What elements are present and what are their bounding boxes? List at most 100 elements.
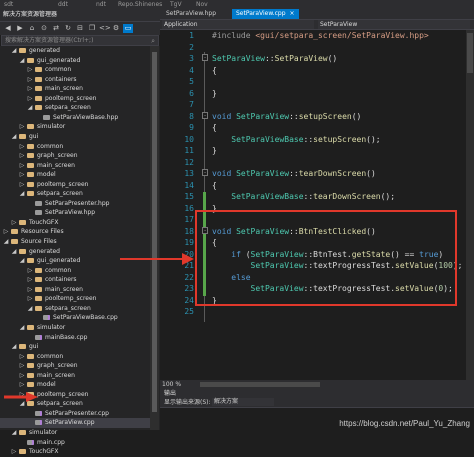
code-line[interactable]: 15 SetParaViewBase::tearDownScreen(); bbox=[160, 191, 460, 203]
tree-item[interactable]: ◢ generated bbox=[0, 46, 150, 56]
expand-arrow-icon[interactable]: ▷ bbox=[26, 75, 34, 85]
tree-item[interactable]: ◢ gui bbox=[0, 132, 150, 142]
home-icon[interactable]: ⌂ bbox=[27, 24, 37, 33]
collapse-icon[interactable]: ⊟ bbox=[75, 24, 85, 33]
expand-arrow-icon[interactable]: ▷ bbox=[18, 122, 26, 132]
tree-item[interactable]: SetParaPresenter.hpp bbox=[0, 199, 150, 209]
editor-vertical-scrollbar[interactable] bbox=[466, 30, 474, 380]
tree-item[interactable]: mainBase.cpp bbox=[0, 333, 150, 343]
scope-dropdown-left[interactable]: Application bbox=[162, 20, 314, 29]
expand-arrow-icon[interactable]: ▷ bbox=[18, 161, 26, 171]
collapse-arrow-icon[interactable]: ◢ bbox=[10, 46, 18, 56]
sync-icon[interactable]: ⇄ bbox=[51, 24, 61, 33]
collapse-arrow-icon[interactable]: ◢ bbox=[18, 323, 26, 333]
code-line[interactable]: 5 bbox=[160, 76, 460, 88]
expand-arrow-icon[interactable]: ▷ bbox=[18, 180, 26, 190]
solution-explorer-search[interactable]: 搜索解决方案资源管理器(Ctrl+;) ⌕ bbox=[1, 35, 159, 46]
tree-item[interactable]: ▷ common bbox=[0, 352, 150, 362]
expand-arrow-icon[interactable]: ▷ bbox=[10, 218, 18, 228]
code-line[interactable]: 9{ bbox=[160, 122, 460, 134]
code-editor[interactable]: 1 #include <gui/setpara_screen/SetParaVie… bbox=[160, 30, 474, 380]
tree-item[interactable]: ▷ main_screen bbox=[0, 371, 150, 381]
forward-icon[interactable]: ▶ bbox=[15, 24, 25, 33]
code-line[interactable]: 2 bbox=[160, 42, 460, 54]
fold-toggle-icon[interactable]: - bbox=[202, 169, 208, 176]
fold-toggle-icon[interactable]: - bbox=[202, 111, 208, 119]
tree-item[interactable]: ▷ pooltemp_screen bbox=[0, 180, 150, 190]
code-line[interactable]: 6} bbox=[160, 88, 460, 100]
tree-item[interactable]: SetParaPresenter.cpp bbox=[0, 409, 150, 419]
code-line[interactable]: 7 bbox=[160, 99, 460, 111]
expand-arrow-icon[interactable]: ▷ bbox=[18, 361, 26, 371]
code-line[interactable]: 12 bbox=[160, 157, 460, 169]
tree-item[interactable]: ◢ simulator bbox=[0, 428, 150, 438]
expand-arrow-icon[interactable]: ▷ bbox=[18, 170, 26, 180]
expand-arrow-icon[interactable]: ▷ bbox=[18, 142, 26, 152]
menu-strip-item[interactable]: Nov bbox=[196, 0, 208, 9]
tree-item[interactable]: ▷ common bbox=[0, 65, 150, 75]
collapse-arrow-icon[interactable]: ◢ bbox=[2, 237, 10, 247]
tree-item[interactable]: ◢ setpara_screen bbox=[0, 103, 150, 113]
expand-arrow-icon[interactable]: ▷ bbox=[26, 285, 34, 295]
tree-item[interactable]: ▷ simulator bbox=[0, 122, 150, 132]
expand-arrow-icon[interactable]: ▷ bbox=[26, 84, 34, 94]
tree-item[interactable]: ◢ gui bbox=[0, 342, 150, 352]
code-line[interactable]: 25 bbox=[160, 306, 460, 318]
tree-item[interactable]: SetParaViewBase.hpp bbox=[0, 113, 150, 123]
tree-item[interactable]: ▷ graph_screen bbox=[0, 151, 150, 161]
tree-item[interactable]: ▷ containers bbox=[0, 275, 150, 285]
tree-item[interactable]: ◢ Source Files bbox=[0, 237, 150, 247]
collapse-arrow-icon[interactable]: ◢ bbox=[10, 342, 18, 352]
preview-icon[interactable]: ▭ bbox=[123, 24, 133, 33]
close-icon[interactable]: × bbox=[290, 10, 295, 17]
collapse-arrow-icon[interactable]: ◢ bbox=[26, 304, 34, 314]
output-source-dropdown[interactable]: 解决方案 bbox=[212, 398, 274, 406]
menu-strip-item[interactable]: sdt bbox=[4, 0, 13, 9]
zoom-level[interactable]: 100 % bbox=[162, 380, 181, 389]
collapse-arrow-icon[interactable]: ◢ bbox=[10, 247, 18, 257]
code-line[interactable]: 4{ bbox=[160, 65, 460, 77]
collapse-arrow-icon[interactable]: ◢ bbox=[10, 428, 18, 438]
scrollbar-thumb[interactable] bbox=[200, 382, 320, 387]
expand-arrow-icon[interactable]: ▷ bbox=[26, 294, 34, 304]
expand-arrow-icon[interactable]: ▷ bbox=[26, 266, 34, 276]
code-line[interactable]: 11} bbox=[160, 145, 460, 157]
expand-arrow-icon[interactable]: ▷ bbox=[26, 94, 34, 104]
code-line[interactable]: 13 - void SetParaView::tearDownScreen() bbox=[160, 168, 460, 180]
code-icon[interactable]: <> bbox=[99, 24, 111, 33]
expand-arrow-icon[interactable]: ▷ bbox=[18, 352, 26, 362]
expand-arrow-icon[interactable]: ▷ bbox=[2, 227, 10, 237]
code-line[interactable]: 8- void SetParaView::setupScreen() bbox=[160, 111, 460, 123]
scrollbar-thumb[interactable] bbox=[152, 52, 157, 412]
collapse-arrow-icon[interactable]: ◢ bbox=[18, 256, 26, 266]
code-line[interactable]: 1 #include <gui/setpara_screen/SetParaVie… bbox=[160, 30, 460, 42]
tree-item[interactable]: ▷ model bbox=[0, 380, 150, 390]
collapse-arrow-icon[interactable]: ◢ bbox=[18, 56, 26, 66]
tree-item[interactable]: SetParaView.hpp bbox=[0, 208, 150, 218]
tree-item[interactable]: ◢ gui_generated bbox=[0, 56, 150, 66]
tree-item[interactable]: main.cpp bbox=[0, 438, 150, 448]
tree-item[interactable]: SetParaView.cpp bbox=[0, 418, 150, 428]
tree-item[interactable]: ◢ setpara_screen bbox=[0, 189, 150, 199]
tree-item[interactable]: ◢ setpara_screen bbox=[0, 304, 150, 314]
code-line[interactable]: 10 SetParaViewBase::setupScreen(); bbox=[160, 134, 460, 146]
scope-dropdown-right[interactable]: SetParaView bbox=[318, 20, 470, 29]
editor-horizontal-scrollbar[interactable]: 100 % bbox=[160, 380, 474, 389]
pending-icon[interactable]: ⊙ bbox=[39, 24, 49, 33]
collapse-arrow-icon[interactable]: ◢ bbox=[18, 189, 26, 199]
tree-item[interactable]: ▷ common bbox=[0, 142, 150, 152]
refresh-icon[interactable]: ↻ bbox=[63, 24, 73, 33]
tree-item[interactable]: ▷ main_screen bbox=[0, 161, 150, 171]
tree-item[interactable]: ▷ pooltemp_screen bbox=[0, 294, 150, 304]
back-icon[interactable]: ◀ bbox=[3, 24, 13, 33]
search-icon[interactable]: ⌕ bbox=[151, 36, 155, 46]
expand-arrow-icon[interactable]: ▷ bbox=[18, 380, 26, 390]
tree-item[interactable]: ▷ model bbox=[0, 170, 150, 180]
code-line[interactable]: 14 { bbox=[160, 180, 460, 192]
menu-strip-item[interactable]: TgV bbox=[170, 0, 182, 9]
tree-item[interactable]: ▷ TouchGFX bbox=[0, 218, 150, 228]
tree-item[interactable]: ▷ pooltemp_screen bbox=[0, 94, 150, 104]
menu-strip-item[interactable]: ndt bbox=[96, 0, 106, 9]
collapse-arrow-icon[interactable]: ◢ bbox=[10, 132, 18, 142]
fold-toggle-icon[interactable]: - bbox=[202, 54, 208, 61]
